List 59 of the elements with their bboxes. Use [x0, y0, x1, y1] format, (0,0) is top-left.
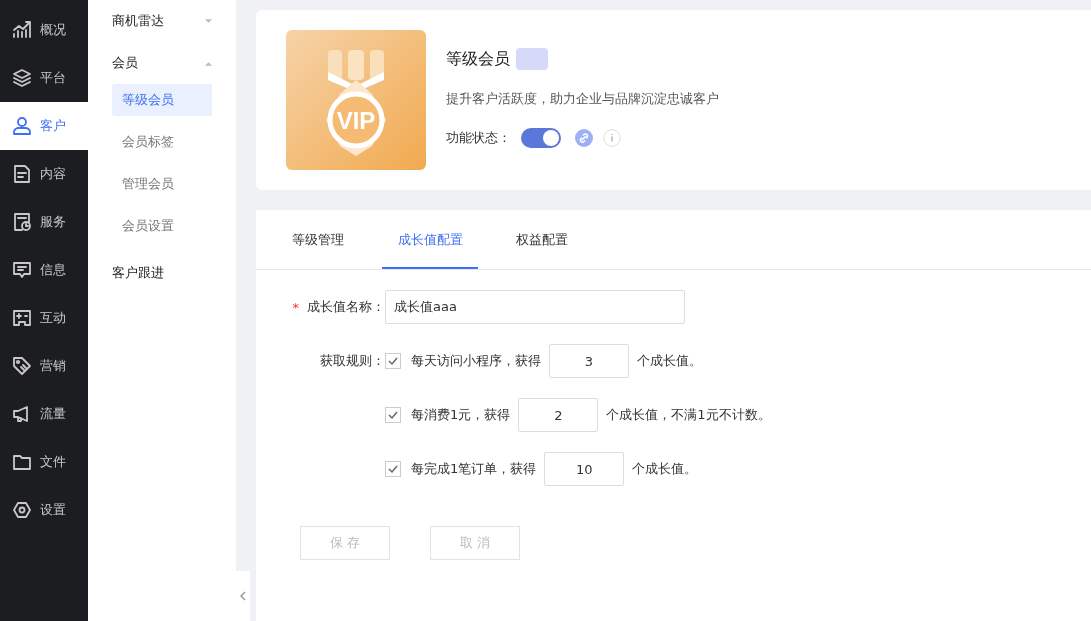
nav-item[interactable]: 流量	[0, 390, 88, 438]
tab[interactable]: 权益配置	[494, 210, 590, 269]
checkbox[interactable]	[385, 461, 401, 477]
number-input-field[interactable]: 3	[549, 344, 629, 378]
submenu-group[interactable]: 会员	[112, 42, 212, 84]
checkmark-icon	[387, 355, 399, 367]
nav-item[interactable]: 内容	[0, 150, 88, 198]
rule-text: 个成长值，不满1元不计数。	[606, 406, 771, 424]
submenu-item[interactable]: 等级会员	[112, 84, 212, 116]
submenu-item[interactable]: 管理会员	[112, 168, 212, 200]
nav-item[interactable]: 服务	[0, 198, 88, 246]
submenu-group[interactable]: 商机雷达	[112, 0, 212, 42]
rule-text: 个成长值。	[637, 352, 702, 370]
message-icon	[12, 260, 32, 280]
nav-item[interactable]: 概况	[0, 6, 88, 54]
number-input-field[interactable]: 10	[544, 452, 625, 486]
nav-item[interactable]: 营销	[0, 342, 88, 390]
rule-text: 每完成1笔订单，获得	[411, 460, 537, 478]
feature-title: 等级会员	[446, 48, 510, 70]
chevron-left-icon	[240, 591, 246, 601]
tag-icon	[12, 356, 32, 376]
checkmark-icon	[387, 409, 399, 421]
blurred-badge	[516, 48, 548, 70]
nav-item[interactable]: 信息	[0, 246, 88, 294]
layers-icon	[12, 68, 32, 88]
nav-item[interactable]: 设置	[0, 486, 88, 534]
checkmark-icon	[387, 463, 399, 475]
submenu-item[interactable]: 会员设置	[112, 210, 212, 242]
link-icon[interactable]	[575, 129, 593, 147]
nav-item[interactable]: 文件	[0, 438, 88, 486]
checkbox[interactable]	[385, 353, 401, 369]
tab[interactable]: 等级管理	[270, 210, 366, 269]
rule-text: 每消费1元，获得	[411, 406, 511, 424]
gamepad-icon	[12, 308, 32, 328]
name-input-field[interactable]: 成长值aaa	[385, 290, 685, 324]
collapse-handle[interactable]	[236, 571, 250, 621]
clock-document-icon	[12, 212, 32, 232]
nav-item[interactable]: 客户	[0, 102, 88, 150]
nav-item[interactable]: 互动	[0, 294, 88, 342]
rule-text: 个成长值。	[632, 460, 698, 478]
rule-text: 每天访问小程序，获得	[411, 352, 541, 370]
field-label: 成长值名称：	[307, 298, 385, 316]
tab[interactable]: 成长值配置	[382, 210, 478, 269]
number-input-field[interactable]: 2	[518, 398, 599, 432]
checkbox[interactable]	[385, 407, 401, 423]
folder-icon	[12, 452, 32, 472]
nav-item[interactable]: 平台	[0, 54, 88, 102]
required-mark: *	[292, 299, 299, 315]
feature-description: 提升客户活跃度，助力企业与品牌沉淀忠诚客户	[446, 90, 719, 108]
user-icon	[12, 116, 32, 136]
submenu-item[interactable]: 会员标签	[112, 126, 212, 158]
field-label: 获取规则：	[320, 352, 385, 370]
submenu-group[interactable]: 客户跟进	[112, 252, 212, 294]
chart-icon	[12, 20, 32, 40]
document-icon	[12, 164, 32, 184]
status-toggle[interactable]	[521, 128, 561, 148]
status-label: 功能状态：	[446, 129, 511, 147]
vip-medal-drawing: VIP	[286, 30, 426, 170]
settings-icon	[12, 500, 32, 520]
